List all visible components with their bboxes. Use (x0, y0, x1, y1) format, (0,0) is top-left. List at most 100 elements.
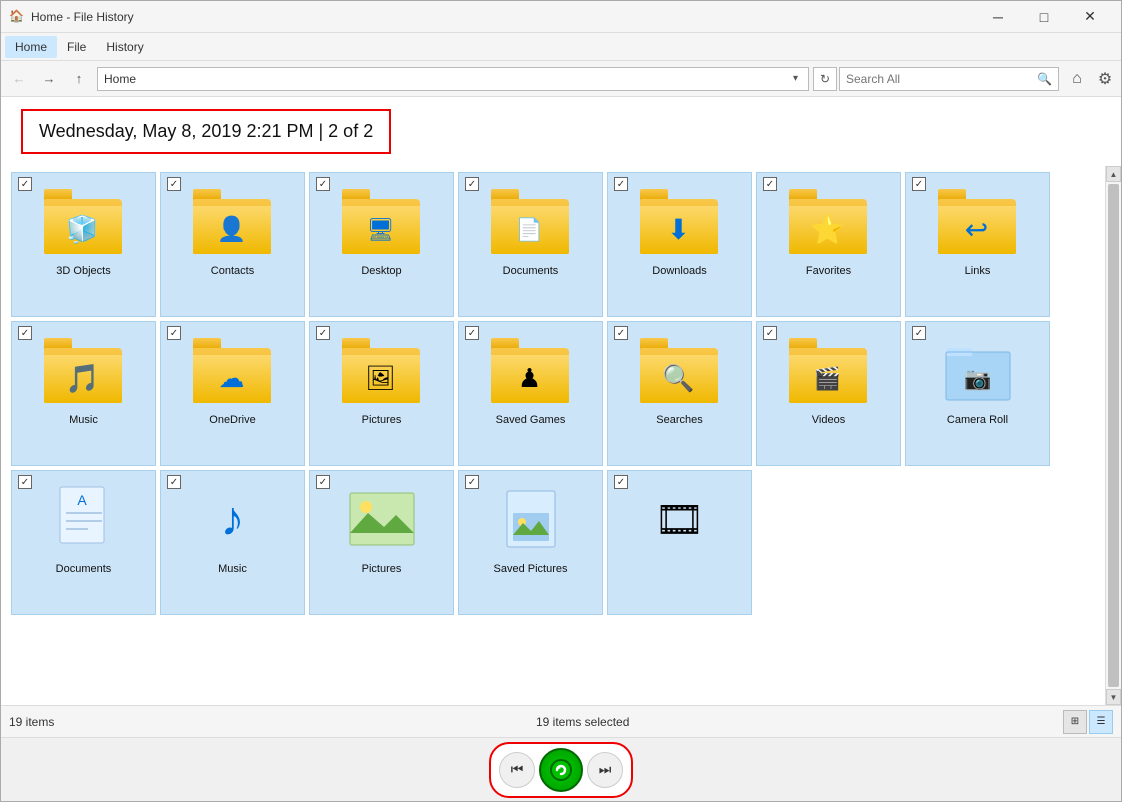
search-icon: 🔍 (1037, 72, 1052, 86)
back-button[interactable]: ← (5, 65, 33, 93)
list-item[interactable]: ✓ 📄 Documents (458, 172, 603, 317)
folder-icon-favorites: ⭐ (789, 181, 869, 261)
menubar: Home File History (1, 33, 1121, 61)
list-item[interactable]: ✓ ♟ Saved Games (458, 321, 603, 466)
file-name-onedrive: OneDrive (209, 414, 255, 426)
file-name-savedpictures: Saved Pictures (494, 563, 568, 575)
window-controls: ─ □ ✕ (975, 1, 1113, 33)
refresh-button[interactable]: ↻ (813, 67, 837, 91)
view-list-button[interactable]: ☰ (1089, 710, 1113, 734)
list-item[interactable]: ✓ 👤 Contacts (160, 172, 305, 317)
folder-icon-desktop: 🖥 (342, 181, 422, 261)
status-selected: 19 items selected (536, 715, 1055, 729)
play-button[interactable] (539, 748, 583, 792)
minimize-button[interactable]: ─ (975, 1, 1021, 33)
checkbox-music2[interactable]: ✓ (167, 475, 181, 489)
checkbox-cameraroll[interactable]: ✓ (912, 326, 926, 340)
view-grid-button[interactable]: ⊞ (1063, 710, 1087, 734)
home-icon[interactable]: ⌂ (1065, 67, 1089, 91)
checkbox-videos[interactable]: ✓ (763, 326, 777, 340)
list-item[interactable]: ✓ Saved Pictures (458, 470, 603, 615)
maximize-button[interactable]: □ (1021, 1, 1067, 33)
list-item[interactable]: ✓ 📷 Camera Roll (905, 321, 1050, 466)
file-icon-video2: 🎞 (640, 479, 720, 559)
folder-icon-music: 🎵 (44, 330, 124, 410)
list-item[interactable]: ✓ 🔍 Searches (607, 321, 752, 466)
scrollbar[interactable]: ▲ ▼ (1105, 166, 1121, 705)
checkbox-favorites[interactable]: ✓ (763, 177, 777, 191)
folder-icon-links: ↩ (938, 181, 1018, 261)
playback-controls: ⏮ ⏭ (1, 737, 1121, 801)
file-icon-music2: ♪ (193, 479, 273, 559)
search-bar[interactable]: 🔍 (839, 67, 1059, 91)
folder-icon-3dobjects: 🧊 (44, 181, 124, 261)
list-item[interactable]: ✓ 🖼 Pictures (309, 321, 454, 466)
forward-button[interactable]: → (35, 65, 63, 93)
folder-icon-pictures: 🖼 (342, 330, 422, 410)
address-bar[interactable]: Home ▾ (97, 67, 809, 91)
checkbox-documents[interactable]: ✓ (465, 177, 479, 191)
folder-icon-videos: 🎬 (789, 330, 869, 410)
checkbox-downloads[interactable]: ✓ (614, 177, 628, 191)
checkbox-contacts[interactable]: ✓ (167, 177, 181, 191)
checkbox-documents2[interactable]: ✓ (18, 475, 32, 489)
address-dropdown-icon[interactable]: ▾ (789, 73, 802, 84)
svg-text:📷: 📷 (964, 366, 991, 391)
window-title: Home - File History (31, 10, 975, 24)
list-item[interactable]: ✓ ☁ OneDrive (160, 321, 305, 466)
list-item[interactable]: ✓ ⭐ Favorites (756, 172, 901, 317)
checkbox-music[interactable]: ✓ (18, 326, 32, 340)
checkbox-video2[interactable]: ✓ (614, 475, 628, 489)
file-name-downloads: Downloads (652, 265, 706, 277)
next-button[interactable]: ⏭ (587, 752, 623, 788)
address-text: Home (104, 72, 789, 86)
file-name-videos: Videos (812, 414, 845, 426)
checkbox-pictures2[interactable]: ✓ (316, 475, 330, 489)
menu-file[interactable]: File (57, 36, 96, 58)
checkbox-desktop[interactable]: ✓ (316, 177, 330, 191)
file-icon-savedpictures (491, 479, 571, 559)
settings-icon[interactable]: ⚙ (1093, 67, 1117, 91)
file-name-desktop: Desktop (361, 265, 401, 277)
statusbar: 19 items 19 items selected ⊞ ☰ (1, 705, 1121, 737)
scroll-up-button[interactable]: ▲ (1106, 166, 1121, 182)
playback-group: ⏮ ⏭ (489, 742, 633, 798)
file-icon-documents2: A (44, 479, 124, 559)
list-item[interactable]: ✓ 🧊 3D Objects (11, 172, 156, 317)
list-item[interactable]: ✓ 🎞 (607, 470, 752, 615)
list-item[interactable]: ✓ ↩ Links (905, 172, 1050, 317)
list-item[interactable]: ✓ 🎵 Music (11, 321, 156, 466)
checkbox-3dobjects[interactable]: ✓ (18, 177, 32, 191)
file-name-music: Music (69, 414, 98, 426)
file-name-documents: Documents (503, 265, 559, 277)
file-name-pictures2: Pictures (362, 563, 402, 575)
file-name-favorites: Favorites (806, 265, 851, 277)
checkbox-onedrive[interactable]: ✓ (167, 326, 181, 340)
file-icon-cameraroll: 📷 (938, 330, 1018, 410)
scrollbar-thumb[interactable] (1108, 184, 1119, 687)
close-button[interactable]: ✕ (1067, 1, 1113, 33)
list-item[interactable]: ✓ 🖥 Desktop (309, 172, 454, 317)
scroll-down-button[interactable]: ▼ (1106, 689, 1121, 705)
list-item[interactable]: ✓ A Documents (11, 470, 156, 615)
file-area: ✓ 🧊 3D Objects ✓ (1, 166, 1121, 705)
checkbox-searches[interactable]: ✓ (614, 326, 628, 340)
menu-history[interactable]: History (96, 36, 153, 58)
file-name-cameraroll: Camera Roll (947, 414, 1008, 426)
list-item[interactable]: ✓ ♪ Music (160, 470, 305, 615)
checkbox-pictures[interactable]: ✓ (316, 326, 330, 340)
file-name-music2: Music (218, 563, 247, 575)
status-items-count: 19 items (9, 715, 528, 729)
list-item[interactable]: ✓ 🎬 Videos (756, 321, 901, 466)
titlebar: 🏠 Home - File History ─ □ ✕ (1, 1, 1121, 33)
file-name-savedgames: Saved Games (496, 414, 566, 426)
list-item[interactable]: ✓ ⬇ Downloads (607, 172, 752, 317)
checkbox-links[interactable]: ✓ (912, 177, 926, 191)
menu-home[interactable]: Home (5, 36, 57, 58)
up-button[interactable]: ↑ (65, 65, 93, 93)
prev-button[interactable]: ⏮ (499, 752, 535, 788)
checkbox-savedgames[interactable]: ✓ (465, 326, 479, 340)
checkbox-savedpictures[interactable]: ✓ (465, 475, 479, 489)
search-input[interactable] (846, 72, 1037, 86)
list-item[interactable]: ✓ Pictures (309, 470, 454, 615)
